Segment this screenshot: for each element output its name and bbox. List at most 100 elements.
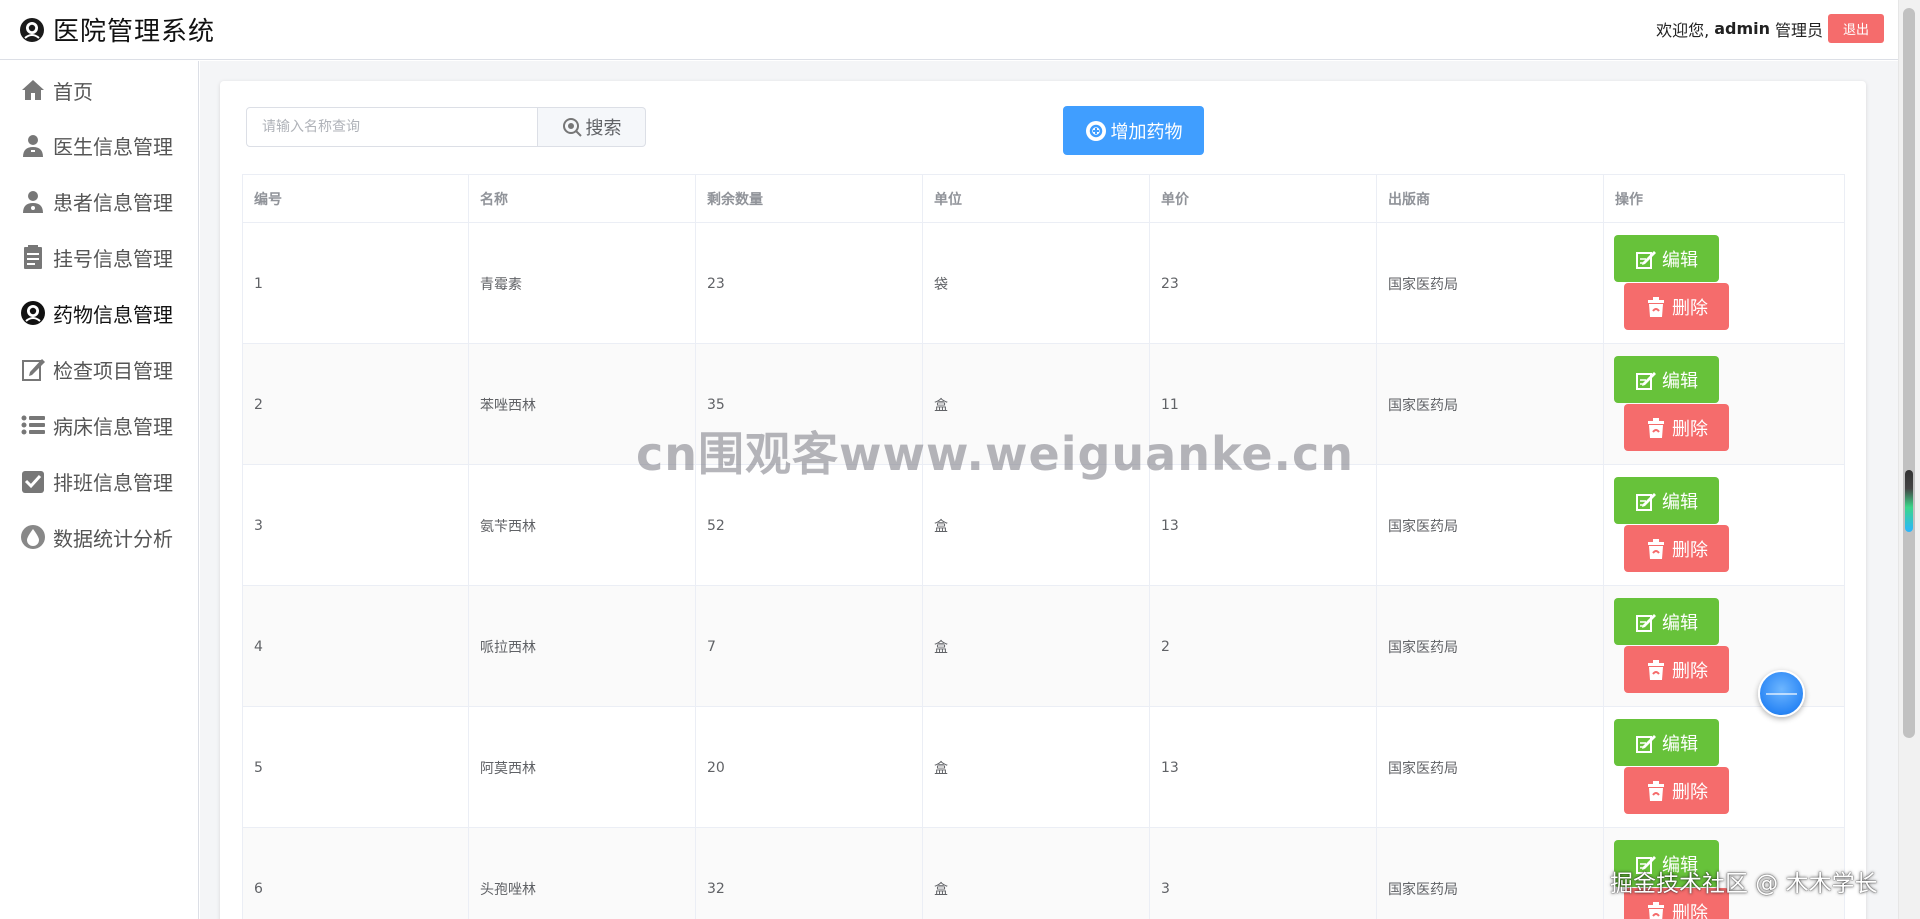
edit-icon (1636, 734, 1656, 753)
sidebar-item-label: 病床信息管理 (53, 414, 173, 439)
username: admin (1714, 19, 1770, 38)
cell-qty: 32 (696, 828, 923, 919)
delete-button[interactable]: 删除 (1624, 283, 1729, 330)
cell-id: 4 (242, 586, 469, 707)
edit-icon (1636, 492, 1656, 511)
add-medicine-label: 增加药物 (1110, 121, 1183, 143)
doctor-icon (19, 131, 47, 159)
sidebar-item-statistics[interactable]: 数据统计分析 (19, 517, 173, 557)
sidebar-item-patient[interactable]: 患者信息管理 (19, 181, 173, 221)
cell-publisher: 国家医药局 (1377, 707, 1604, 828)
trash-icon (1648, 296, 1664, 317)
cell-unit: 盒 (923, 828, 1150, 919)
cell-price: 11 (1150, 344, 1377, 465)
table-row: 2 苯唑西林 35 盒 11 国家医药局 编辑 删除 (242, 344, 1845, 465)
edit-button[interactable]: 编辑 (1614, 235, 1719, 282)
delete-button-label: 删除 (1672, 297, 1708, 319)
table-row: 5 阿莫西林 20 盒 13 国家医药局 编辑 删除 (242, 707, 1845, 828)
sidebar-item-doctor[interactable]: 医生信息管理 (19, 125, 173, 165)
logout-button[interactable]: 退出 (1828, 14, 1884, 43)
cell-qty: 35 (696, 344, 923, 465)
floating-assistant-button[interactable] (1758, 670, 1805, 717)
main-content: 搜索 增加药物 编号 名称 剩余数量 单位 单价 出版商 操作 1青霉素23袋2… (200, 61, 1898, 919)
edit-button-label: 编辑 (1662, 612, 1698, 634)
column-header-id: 编号 (242, 175, 469, 223)
medicine-table: 编号 名称 剩余数量 单位 单价 出版商 操作 1 青霉素 23 袋 23 国家医药局 编辑… (242, 174, 1845, 919)
sidebar-item-label: 患者信息管理 (53, 190, 173, 215)
delete-button[interactable]: 删除 (1624, 525, 1729, 572)
sidebar-item-home[interactable]: 首页 (19, 70, 93, 110)
medicine-card: 搜索 增加药物 编号 名称 剩余数量 单位 单价 出版商 操作 1青霉素23袋2… (220, 81, 1866, 919)
sidebar-item-schedule[interactable]: 排班信息管理 (19, 461, 173, 501)
sidebar-item-registration[interactable]: 挂号信息管理 (19, 237, 173, 277)
home-icon (19, 76, 47, 104)
page-scrollbar[interactable] (1898, 0, 1920, 919)
cell-publisher: 国家医药局 (1377, 465, 1604, 586)
top-header: 医院管理系统 欢迎您, admin 管理员 退出 (0, 0, 1898, 60)
table-row: 6 头孢唑林 32 盒 3 国家医药局 编辑 删除 (242, 828, 1845, 919)
cell-id: 3 (242, 465, 469, 586)
cell-qty: 52 (696, 465, 923, 586)
sidebar-item-bed[interactable]: 病床信息管理 (19, 405, 173, 445)
sidebar-item-label: 药物信息管理 (53, 302, 173, 327)
clipboard-icon (19, 243, 47, 271)
edit-button[interactable]: 编辑 (1614, 719, 1719, 766)
edit-button[interactable]: 编辑 (1614, 477, 1719, 524)
search-box: 搜索 (246, 107, 646, 147)
cell-name: 阿莫西林 (469, 707, 696, 828)
cell-unit: 盒 (923, 707, 1150, 828)
table-row: 4 哌拉西林 7 盒 2 国家医药局 编辑 删除 (242, 586, 1845, 707)
search-icon (562, 118, 582, 137)
scrollbar-thumb[interactable] (1903, 8, 1915, 738)
table-header: 编号 名称 剩余数量 单位 单价 出版商 操作 (242, 174, 1845, 223)
edit-button[interactable]: 编辑 (1614, 356, 1719, 403)
row-actions: 编辑删除 (1604, 707, 1844, 828)
add-medicine-button[interactable]: 增加药物 (1063, 106, 1204, 155)
column-header-price: 单价 (1150, 175, 1377, 223)
sidebar-item-medicine[interactable]: 药物信息管理 (19, 293, 173, 333)
edit-document-icon (19, 355, 47, 383)
edit-icon (1636, 371, 1656, 390)
delete-button[interactable]: 删除 (1624, 646, 1729, 693)
edit-button-label: 编辑 (1662, 249, 1698, 271)
cell-price: 3 (1150, 828, 1377, 919)
cell-name: 青霉素 (469, 223, 696, 344)
cell-qty: 7 (696, 586, 923, 707)
cell-unit: 盒 (923, 344, 1150, 465)
cell-publisher: 国家医药局 (1377, 344, 1604, 465)
edit-button-label: 编辑 (1662, 733, 1698, 755)
cell-id: 1 (242, 223, 469, 344)
column-header-name: 名称 (469, 175, 696, 223)
cell-publisher: 国家医药局 (1377, 223, 1604, 344)
add-circle-icon (1085, 120, 1106, 141)
trash-icon (1648, 659, 1664, 680)
delete-button-label: 删除 (1672, 902, 1708, 919)
cell-unit: 袋 (923, 223, 1150, 344)
trash-icon (1648, 780, 1664, 801)
table-body: 1 青霉素 23 袋 23 国家医药局 编辑 删除 2 苯唑西林 35 盒 11 国家医药局 编辑 删除 3 氨苄… (242, 223, 1845, 919)
delete-button[interactable]: 删除 (1624, 767, 1729, 814)
delete-button[interactable]: 删除 (1624, 404, 1729, 451)
medicine-icon (19, 299, 47, 327)
row-actions: 编辑删除 (1604, 465, 1844, 586)
row-actions: 编辑删除 (1604, 223, 1844, 344)
sidebar-item-label: 检查项目管理 (53, 358, 173, 383)
row-actions: 编辑删除 (1604, 344, 1844, 465)
cell-name: 苯唑西林 (469, 344, 696, 465)
cell-unit: 盒 (923, 586, 1150, 707)
search-button[interactable]: 搜索 (538, 107, 646, 147)
sidebar-item-label: 首页 (53, 79, 93, 104)
delete-button-label: 删除 (1672, 418, 1708, 440)
search-input[interactable] (246, 107, 538, 147)
delete-button-label: 删除 (1672, 539, 1708, 561)
column-header-quantity: 剩余数量 (696, 175, 923, 223)
delete-button-label: 删除 (1672, 781, 1708, 803)
cell-unit: 盒 (923, 465, 1150, 586)
trash-icon (1648, 901, 1664, 919)
hospital-logo-icon (20, 17, 44, 42)
sidebar-item-examination[interactable]: 检查项目管理 (19, 349, 173, 389)
edit-icon (1636, 250, 1656, 269)
column-header-unit: 单位 (923, 175, 1150, 223)
edit-button[interactable]: 编辑 (1614, 598, 1719, 645)
edit-button-label: 编辑 (1662, 370, 1698, 392)
